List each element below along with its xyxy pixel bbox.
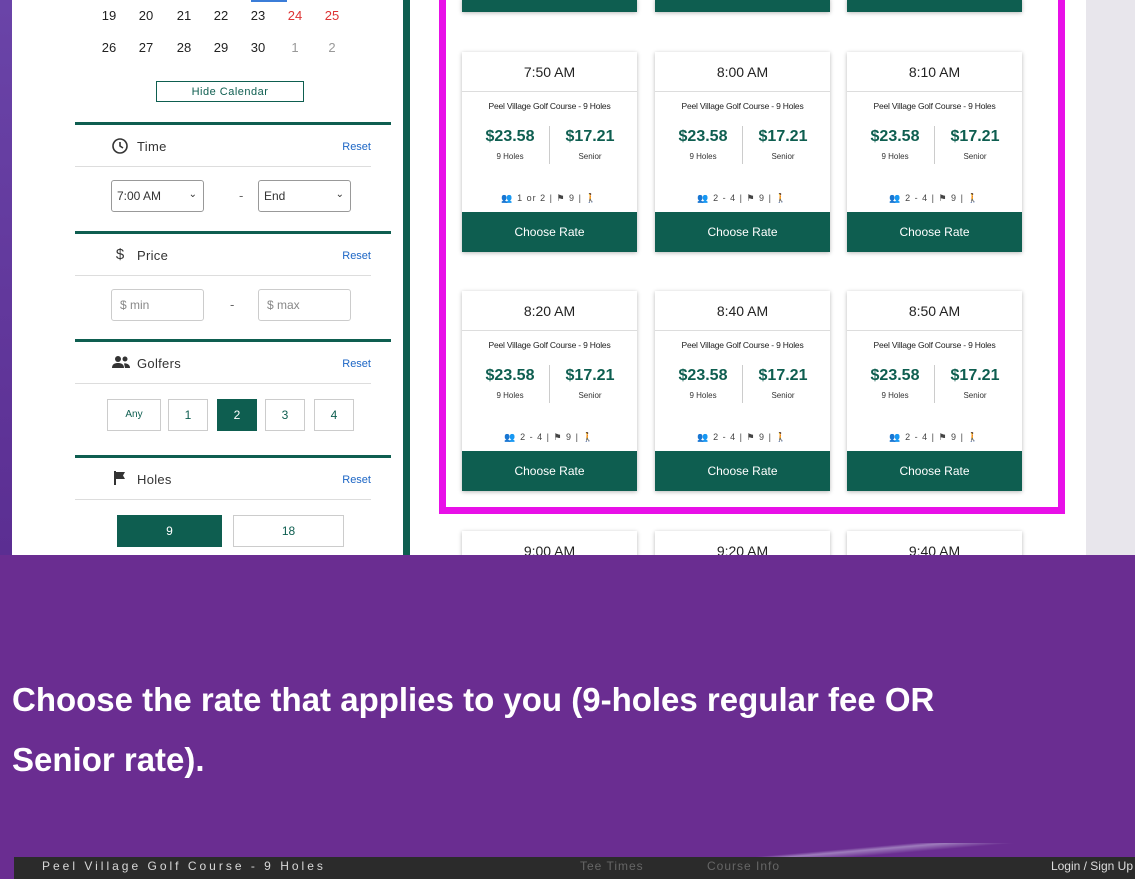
calendar-day[interactable]: 21: [170, 8, 198, 23]
price-min-input[interactable]: $ min: [111, 289, 204, 321]
price-max-input[interactable]: $ max: [258, 289, 351, 321]
calendar-week-row: 19 20 21 22 23 24 25: [95, 8, 365, 28]
range-separator: -: [239, 188, 244, 203]
panel-divider: [403, 0, 410, 555]
price-section-title: Price: [137, 248, 169, 263]
nav-course-info[interactable]: Course Info: [707, 859, 780, 873]
tee-time: 9:40 AM: [847, 531, 1022, 555]
calendar-selected-marker: [251, 0, 287, 2]
golfers-option-3[interactable]: 3: [265, 399, 305, 431]
price-max-placeholder: $ max: [267, 298, 300, 312]
golfers-icon: [111, 354, 130, 372]
time-reset-link[interactable]: Reset: [342, 141, 371, 153]
slide-caption: Choose the rate that applies to you (9-h…: [12, 670, 1135, 790]
price-min-placeholder: $ min: [120, 298, 150, 312]
calendar-day[interactable]: 29: [207, 40, 235, 55]
tee-time-card-partial[interactable]: 9:00 AM: [462, 531, 637, 555]
golfers-section-header: Golfers Reset: [75, 342, 371, 384]
caption-line-1: Choose the rate that applies to you (9-h…: [12, 681, 935, 718]
calendar-day-weekend[interactable]: 24: [281, 8, 309, 23]
calendar-day[interactable]: 22: [207, 8, 235, 23]
calendar-day-next-month[interactable]: 2: [318, 40, 346, 55]
chevron-down-icon: ⌄: [335, 189, 344, 200]
calendar-day[interactable]: 27: [132, 40, 160, 55]
golfers-reset-link[interactable]: Reset: [342, 358, 371, 370]
golfers-option-1[interactable]: 1: [168, 399, 208, 431]
chevron-down-icon: ⌄: [188, 189, 197, 200]
tee-time-card-partial[interactable]: 9:40 AM: [847, 531, 1022, 555]
site-header-strip: Peel Village Golf Course - 9 Holes Tee T…: [14, 857, 1135, 879]
tee-time-card-partial[interactable]: 9:20 AM: [655, 531, 830, 555]
tee-time: 9:20 AM: [655, 531, 830, 555]
tee-time: 9:00 AM: [462, 531, 637, 555]
screenshot-frame: 19 20 21 22 23 24 25 26 27 28 29 30 1 2 …: [12, 0, 1086, 555]
calendar-day[interactable]: 20: [132, 8, 160, 23]
calendar-day[interactable]: 30: [244, 40, 272, 55]
dollar-icon: $: [115, 246, 125, 263]
flag-icon: [111, 470, 129, 488]
time-section-header: Time Reset: [75, 125, 371, 167]
time-section-title: Time: [137, 139, 167, 154]
golfers-option-2[interactable]: 2: [217, 399, 257, 431]
holes-reset-link[interactable]: Reset: [342, 474, 371, 486]
holes-option-9[interactable]: 9: [117, 515, 222, 547]
price-reset-link[interactable]: Reset: [342, 250, 371, 262]
time-to-select[interactable]: End ⌄: [258, 180, 351, 212]
golfers-option-4[interactable]: 4: [314, 399, 354, 431]
time-from-value: 7:00 AM: [117, 189, 162, 203]
time-from-select[interactable]: 7:00 AM ⌄: [111, 180, 204, 212]
price-section-header: $ Price Reset: [75, 234, 371, 276]
clock-icon: [111, 137, 129, 155]
login-link[interactable]: Login / Sign Up: [1051, 859, 1133, 873]
golfers-section-title: Golfers: [137, 356, 182, 371]
calendar-day[interactable]: 26: [95, 40, 123, 55]
slide-background-left: [0, 0, 12, 555]
calendar-day[interactable]: 23: [244, 8, 272, 23]
decorative-swoosh: [600, 843, 1135, 857]
caption-line-2: Senior rate).: [12, 741, 205, 778]
hide-calendar-button[interactable]: Hide Calendar: [156, 81, 304, 102]
holes-option-18[interactable]: 18: [233, 515, 344, 547]
calendar-day[interactable]: 19: [95, 8, 123, 23]
highlight-box: [439, 0, 1065, 514]
nav-tee-times[interactable]: Tee Times: [580, 859, 644, 873]
holes-section-header: Holes Reset: [75, 458, 371, 500]
site-title[interactable]: Peel Village Golf Course - 9 Holes: [42, 859, 326, 873]
range-separator: -: [230, 297, 235, 312]
calendar-day-weekend[interactable]: 25: [318, 8, 346, 23]
time-to-value: End: [264, 189, 286, 203]
filter-panel: 19 20 21 22 23 24 25 26 27 28 29 30 1 2 …: [75, 0, 391, 555]
golfers-option-any[interactable]: Any: [107, 399, 161, 431]
calendar-day-next-month[interactable]: 1: [281, 40, 309, 55]
slide-background-right: [1086, 0, 1135, 555]
calendar-week-row: 26 27 28 29 30 1 2: [95, 40, 365, 60]
calendar-day[interactable]: 28: [170, 40, 198, 55]
holes-section-title: Holes: [137, 472, 172, 487]
